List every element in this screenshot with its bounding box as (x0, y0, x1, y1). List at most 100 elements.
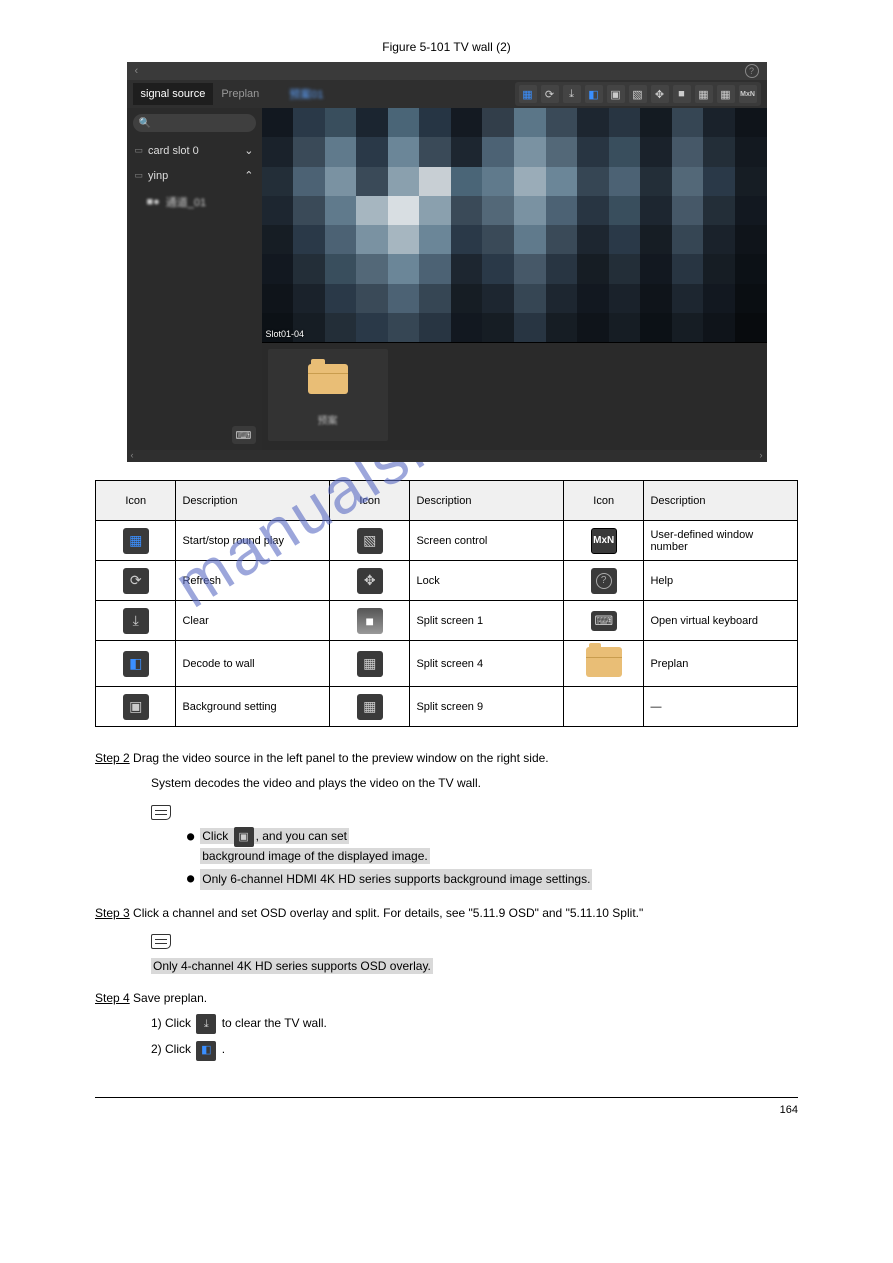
clear-icon: ⤓ (196, 1014, 216, 1034)
chevron-down-icon: ⌄ (244, 144, 253, 157)
toolbar-split9-icon[interactable]: ▦ (717, 85, 735, 103)
sidebar: 🔍 ▭ card slot 0 ⌄ ▭yinp ⌃ ■● 通道_01 ⌨ (127, 108, 262, 450)
step-number: Step 3 (95, 906, 130, 920)
search-input[interactable]: 🔍 (133, 114, 256, 132)
cell-desc: Help (644, 561, 798, 601)
tab-active-plan[interactable]: 预案01 (281, 81, 331, 107)
video-slot-label: Slot01-04 (266, 329, 305, 339)
cell-desc: Refresh (176, 561, 330, 601)
camera-icon: ■● (147, 196, 160, 208)
note-highlight: background image of the displayed image. (200, 848, 429, 864)
empty-cell (563, 687, 643, 727)
cell-desc: Preplan (644, 641, 798, 687)
toolbar-background-icon[interactable]: ▣ (607, 85, 625, 103)
col-desc: Description (176, 481, 330, 521)
refresh-icon: ⟳ (123, 568, 149, 594)
note-icon (151, 805, 171, 820)
cell-desc: Decode to wall (176, 641, 330, 687)
table-row: ▣ Background setting ▦ Split screen 9 — (96, 687, 798, 727)
note-icon (151, 934, 171, 949)
cell-desc: Split screen 9 (410, 687, 564, 727)
tab-preplan[interactable]: Preplan (213, 83, 267, 105)
background-setting-icon: ▣ (234, 827, 254, 847)
video-preview[interactable]: Slot01-04 (262, 108, 767, 342)
note-seg: , and you can set (256, 829, 347, 843)
col-icon: Icon (563, 481, 643, 521)
toolbar-mxn-icon[interactable]: MxN (739, 85, 757, 103)
toolbar-clear-icon[interactable]: ⤓ (563, 85, 581, 103)
toolbar-screencontrol-icon[interactable]: ▧ (629, 85, 647, 103)
step-number: Step 2 (95, 751, 130, 765)
tree-card-slot[interactable]: ▭ card slot 0 ⌄ (127, 138, 262, 163)
note-highlight: Click ▣, and you can set (200, 828, 349, 844)
step-number: Step 4 (95, 991, 130, 1005)
decode-wall-icon: ◧ (196, 1041, 216, 1061)
folder-icon: ▭ (135, 170, 144, 181)
background-setting-icon: ▣ (123, 694, 149, 720)
tab-signal-source[interactable]: signal source (133, 83, 214, 105)
note-highlight: Only 6-channel HDMI 4K HD series support… (200, 869, 592, 890)
preplan-folder-icon (308, 364, 348, 394)
toolbar-roundplay-icon[interactable]: ▦ (519, 85, 537, 103)
substep-1: 1) Click (151, 1016, 191, 1030)
toolbar-split1-icon[interactable]: ■ (673, 85, 691, 103)
cell-desc: User-defined window number (644, 521, 798, 561)
col-desc: Description (644, 481, 798, 521)
table-header-row: Icon Description Icon Description Icon D… (96, 481, 798, 521)
note-bullet: ● Click ▣, and you can set background im… (187, 827, 798, 866)
decode-wall-icon: ◧ (123, 651, 149, 677)
step-2: Step 2 Drag the video source in the left… (95, 749, 798, 890)
step-text: System decodes the video and plays the v… (151, 774, 798, 793)
substep-2b: . (222, 1042, 225, 1056)
toolbar-decode-icon[interactable]: ◧ (585, 85, 603, 103)
col-icon: Icon (329, 481, 409, 521)
tree-camera[interactable]: ■● 通道_01 (127, 188, 262, 216)
cell-desc: Lock (410, 561, 564, 601)
split1-icon: ■ (357, 608, 383, 634)
table-row: ◧ Decode to wall ▦ Split screen 4 Prepla… (96, 641, 798, 687)
scroll-right-icon[interactable]: › (760, 450, 763, 462)
app-footer: ‹ › (127, 450, 767, 462)
toolbar-lock-icon[interactable]: ✥ (651, 85, 669, 103)
preplan-strip: 预案 (262, 342, 767, 450)
video-content-pixelated (262, 108, 767, 342)
figure-label: Figure 5-101 (382, 40, 450, 54)
toolbar-refresh-icon[interactable]: ⟳ (541, 85, 559, 103)
toolbar-split4-icon[interactable]: ▦ (695, 85, 713, 103)
cell-desc: Split screen 1 (410, 601, 564, 641)
main-area: Slot01-04 预案 (262, 108, 767, 450)
scroll-left-icon[interactable]: ‹ (131, 450, 134, 462)
tree-label: card slot 0 (148, 145, 199, 157)
cell-desc: Screen control (410, 521, 564, 561)
mxn-icon: MxN (591, 528, 617, 554)
substep-2: 2) Click (151, 1042, 191, 1056)
step-3: Step 3 Click a channel and set OSD overl… (95, 904, 798, 976)
cell-desc: Clear (176, 601, 330, 641)
clear-icon: ⤓ (123, 608, 149, 634)
help-icon[interactable]: ? (745, 64, 759, 78)
back-chevron-icon[interactable]: ‹ (135, 65, 139, 77)
folder-icon: ▭ (135, 145, 144, 156)
bullet-icon: ● (187, 827, 194, 866)
table-row: ⤓ Clear ■ Split screen 1 ⌨ Open virtual … (96, 601, 798, 641)
app-titlebar: ‹ ? (127, 62, 767, 80)
app-tabs: signal source Preplan 预案01 ▦ ⟳ ⤓ ◧ ▣ ▧ ✥… (127, 80, 767, 108)
toolbar: ▦ ⟳ ⤓ ◧ ▣ ▧ ✥ ■ ▦ ▦ MxN (515, 82, 761, 106)
col-desc: Description (410, 481, 564, 521)
preplan-thumbnail[interactable]: 预案 (268, 349, 388, 441)
cell-desc: — (644, 687, 798, 727)
col-icon: Icon (96, 481, 176, 521)
split9-icon: ▦ (357, 694, 383, 720)
page-number: 164 (780, 1104, 798, 1116)
keyboard-icon[interactable]: ⌨ (232, 426, 256, 444)
cell-desc: Background setting (176, 687, 330, 727)
split4-icon: ▦ (357, 651, 383, 677)
app-screenshot: ‹ ? signal source Preplan 预案01 ▦ ⟳ ⤓ ◧ ▣… (127, 62, 767, 462)
cell-desc: Start/stop round play (176, 521, 330, 561)
tree-camera-label: 通道_01 (166, 194, 206, 210)
step-text: Drag the video source in the left panel … (133, 751, 549, 765)
icon-table: Icon Description Icon Description Icon D… (95, 480, 798, 727)
keyboard-icon: ⌨ (591, 611, 617, 631)
tree-yinp[interactable]: ▭yinp ⌃ (127, 163, 262, 188)
figure-text: TV wall (2) (453, 40, 510, 54)
